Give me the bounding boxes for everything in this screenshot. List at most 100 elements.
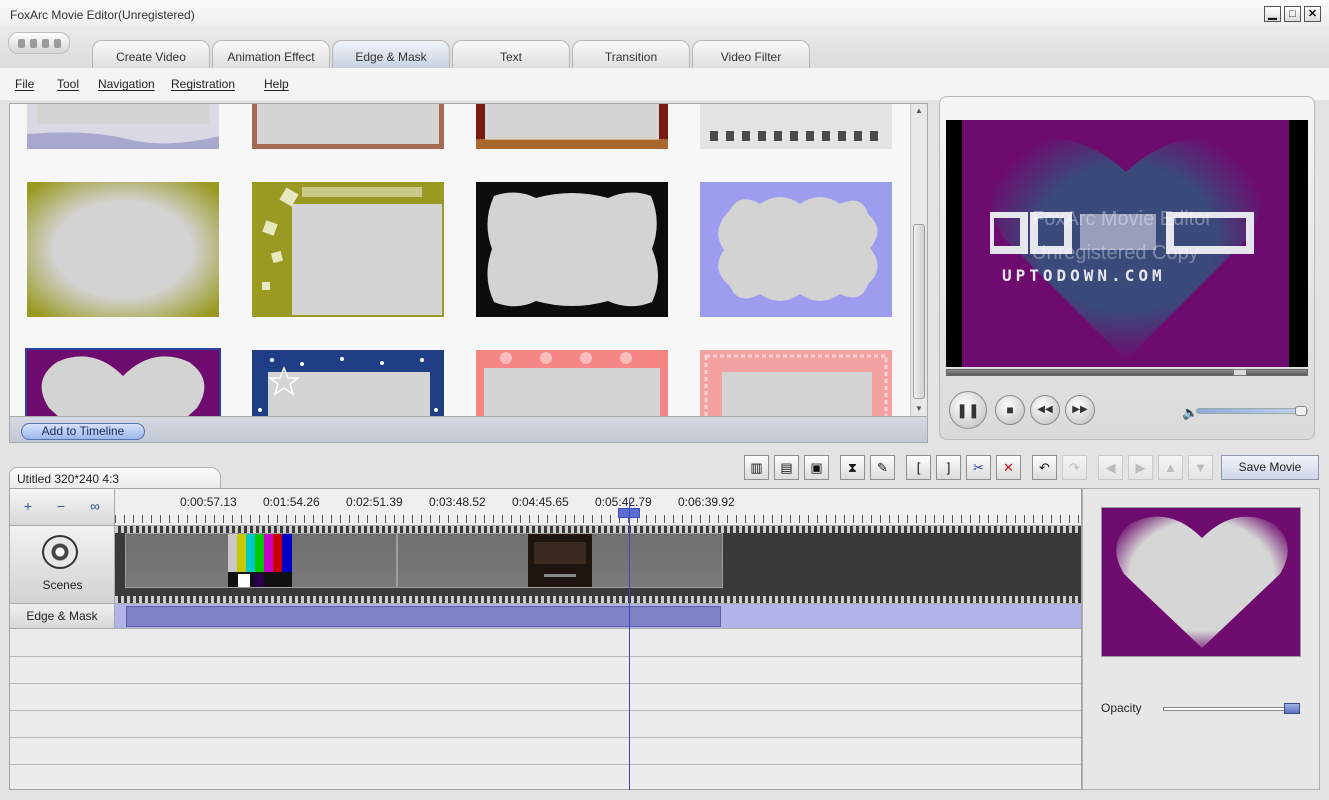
scene-clip[interactable] bbox=[125, 533, 397, 588]
track-divider bbox=[10, 737, 1081, 738]
edge-mask-track[interactable] bbox=[115, 603, 1081, 629]
mode-tabs: Create Video Animation Effect Edge & Mas… bbox=[92, 40, 810, 68]
edge-mask-clip[interactable] bbox=[126, 606, 721, 627]
ruler-ticks bbox=[115, 515, 1081, 523]
pause-button[interactable]: ❚❚ bbox=[949, 391, 987, 429]
color-bars-thumbnail bbox=[228, 534, 292, 587]
watermark-line-1: FoxArc Movie Editor bbox=[1032, 208, 1213, 230]
ruler-label: 0:03:48.52 bbox=[429, 495, 486, 509]
tab-video-filter[interactable]: Video Filter bbox=[692, 40, 810, 68]
tab-edge-mask[interactable]: Edge & Mask bbox=[332, 40, 450, 68]
gallery-footer: Add to Timeline bbox=[10, 416, 927, 442]
split-icon[interactable]: ✎ bbox=[870, 455, 895, 480]
menu-registration[interactable]: Registration bbox=[171, 77, 235, 91]
move-right-icon[interactable]: ▶ bbox=[1128, 455, 1153, 480]
close-button[interactable]: ✕ bbox=[1304, 6, 1321, 22]
add-to-timeline-button[interactable]: Add to Timeline bbox=[21, 423, 145, 440]
open-icon[interactable]: ▤ bbox=[774, 455, 799, 480]
heart-mask-preview-shape bbox=[1116, 516, 1288, 648]
tab-text[interactable]: Text bbox=[452, 40, 570, 68]
scene-clip[interactable] bbox=[397, 533, 723, 588]
opacity-slider[interactable] bbox=[1163, 703, 1300, 714]
red-ornate-frame-thumbnail[interactable] bbox=[476, 104, 668, 149]
watermark-line-2: Unregistered Copy bbox=[1032, 242, 1199, 264]
lavender-wave-frame-thumbnail[interactable] bbox=[27, 104, 219, 149]
ruler-label: 0:06:39.92 bbox=[678, 495, 735, 509]
undo-icon[interactable]: ↶ bbox=[1032, 455, 1057, 480]
minimize-button[interactable]: ▁ bbox=[1264, 6, 1281, 22]
window-controls: ▁ □ ✕ bbox=[1264, 6, 1321, 22]
time-ruler[interactable]: 0:00:57.13 0:01:54.26 0:02:51.39 0:03:48… bbox=[115, 489, 1081, 526]
tab-transition[interactable]: Transition bbox=[572, 40, 690, 68]
mask-gallery: ▲ ▼ Add to Timeline bbox=[9, 103, 928, 443]
stop-button[interactable]: ■ bbox=[995, 395, 1025, 425]
track-divider bbox=[10, 656, 1081, 657]
zoom-controls: + − ∞ bbox=[10, 489, 115, 526]
rewind-button[interactable]: ◀◀ bbox=[1030, 395, 1060, 425]
film-perforation-top bbox=[115, 526, 1081, 533]
maximize-button[interactable]: □ bbox=[1284, 6, 1301, 22]
scenes-track-header: Scenes bbox=[10, 526, 115, 603]
app-orb-icon[interactable] bbox=[8, 32, 70, 54]
blue-cloud-frame-thumbnail[interactable] bbox=[700, 182, 892, 317]
ruler-label: 0:01:54.26 bbox=[263, 495, 320, 509]
zoom-fit-icon[interactable]: ∞ bbox=[82, 494, 108, 518]
menu-file[interactable]: File bbox=[15, 77, 34, 91]
mask-thumbnail-grid bbox=[10, 104, 910, 416]
playback-progress-bar[interactable] bbox=[946, 369, 1308, 376]
move-up-icon[interactable]: ▲ bbox=[1158, 455, 1183, 480]
navy-star-frame-thumbnail[interactable] bbox=[252, 350, 444, 416]
logo-text: UPTODOWN.COM bbox=[1002, 266, 1166, 285]
track-divider bbox=[10, 683, 1081, 684]
opacity-knob[interactable] bbox=[1284, 703, 1300, 714]
black-bumpy-frame-thumbnail[interactable] bbox=[476, 182, 668, 317]
fast-forward-button[interactable]: ▶▶ bbox=[1065, 395, 1095, 425]
save-project-icon[interactable]: ▣ bbox=[804, 455, 829, 480]
ruler-label: 0:04:45.65 bbox=[512, 495, 569, 509]
pink-lace-frame-thumbnail[interactable] bbox=[700, 350, 892, 416]
filmstrip-frame-thumbnail[interactable] bbox=[700, 104, 892, 149]
cut-icon[interactable]: ✂ bbox=[966, 455, 991, 480]
opacity-label: Opacity bbox=[1101, 701, 1142, 715]
window-title: FoxArc Movie Editor(Unregistered) bbox=[10, 8, 195, 22]
pink-heart-frame-thumbnail[interactable] bbox=[476, 350, 668, 416]
purple-heart-mask-thumbnail[interactable] bbox=[25, 348, 221, 416]
redo-icon[interactable]: ↷ bbox=[1062, 455, 1087, 480]
film-add-icon[interactable]: ▥ bbox=[744, 455, 769, 480]
olive-soft-edge-thumbnail[interactable] bbox=[27, 182, 219, 317]
zoom-out-icon[interactable]: − bbox=[48, 494, 74, 518]
gallery-scroll-thumb[interactable] bbox=[913, 224, 925, 399]
brown-border-frame-thumbnail[interactable] bbox=[252, 104, 444, 149]
mark-out-icon[interactable]: ] bbox=[936, 455, 961, 480]
ruler-label: 0:02:51.39 bbox=[346, 495, 403, 509]
project-tab[interactable]: Utitled 320*240 4:3 bbox=[9, 467, 221, 489]
save-movie-button[interactable]: Save Movie bbox=[1221, 455, 1319, 480]
menu-tool[interactable]: Tool bbox=[57, 77, 79, 91]
scroll-down-arrow-icon[interactable]: ▼ bbox=[911, 402, 927, 416]
volume-knob[interactable] bbox=[1295, 406, 1307, 416]
speaker-icon: 🔈 bbox=[1182, 405, 1199, 420]
menu-help[interactable]: Help bbox=[264, 77, 289, 91]
zoom-in-icon[interactable]: + bbox=[15, 494, 41, 518]
move-left-icon[interactable]: ◀ bbox=[1098, 455, 1123, 480]
mode-tab-strip: Create Video Animation Effect Edge & Mas… bbox=[0, 26, 1329, 68]
film-perforation-bottom bbox=[115, 596, 1081, 603]
move-down-icon[interactable]: ▼ bbox=[1188, 455, 1213, 480]
volume-slider[interactable] bbox=[1196, 406, 1308, 416]
gallery-scrollbar[interactable]: ▲ ▼ bbox=[910, 104, 927, 416]
ruler-label: 0:00:57.13 bbox=[180, 495, 237, 509]
edge-mask-track-header: Edge & Mask bbox=[10, 603, 115, 629]
progress-knob[interactable] bbox=[1233, 369, 1247, 376]
olive-music-frame-thumbnail[interactable] bbox=[252, 182, 444, 317]
tab-create-video[interactable]: Create Video bbox=[92, 40, 210, 68]
mask-properties-panel: Opacity bbox=[1082, 488, 1320, 790]
scenes-track[interactable] bbox=[115, 526, 1081, 603]
delete-icon[interactable]: ✕ bbox=[996, 455, 1021, 480]
uptodown-clip-thumbnail bbox=[528, 534, 592, 587]
tab-animation-effect[interactable]: Animation Effect bbox=[212, 40, 330, 68]
menu-navigation[interactable]: Navigation bbox=[98, 77, 155, 91]
scroll-up-arrow-icon[interactable]: ▲ bbox=[911, 104, 927, 118]
mark-in-icon[interactable]: [ bbox=[906, 455, 931, 480]
trim-icon[interactable]: ⧗ bbox=[840, 455, 865, 480]
playhead-line[interactable] bbox=[629, 500, 630, 790]
